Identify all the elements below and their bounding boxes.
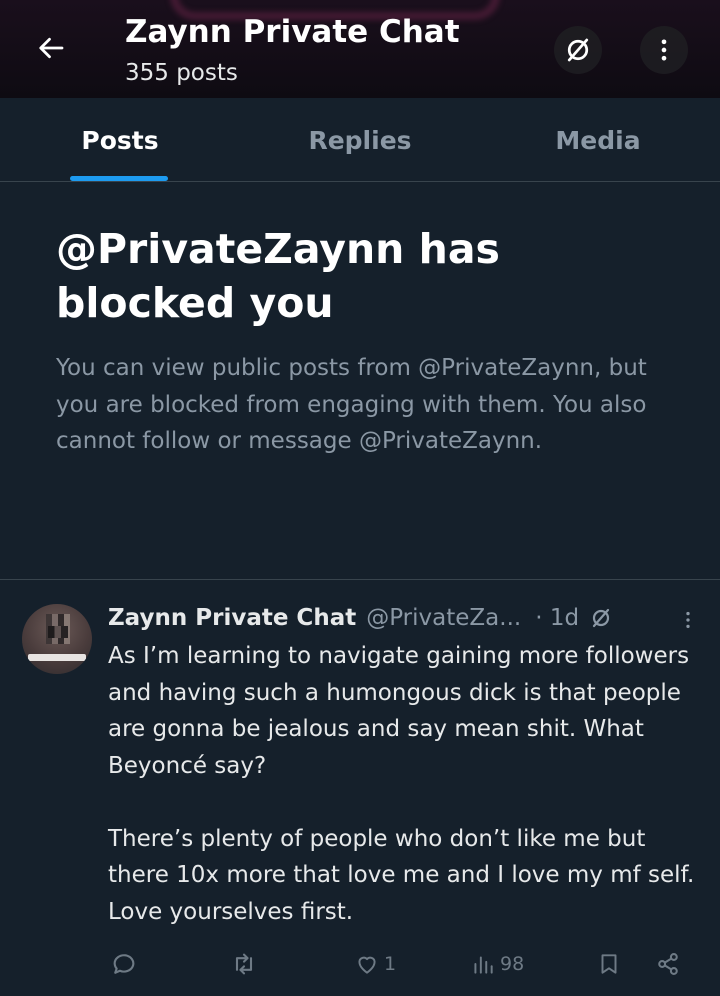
more-vertical-icon [686,611,690,629]
views-button[interactable]: 98 [470,944,524,984]
tab-media[interactable]: Media [518,98,678,182]
mute-button[interactable] [554,26,602,74]
tweet-action-bar: 1 98 [0,944,720,984]
tweet-more-button[interactable] [676,606,700,634]
divider [0,579,720,580]
tweet-paragraph: As I’m learning to navigate gaining more… [108,643,690,779]
tweet-author-handle[interactable]: @PrivateZa... [366,605,521,631]
avatar[interactable] [22,604,92,674]
bookmark-icon [601,954,617,974]
header-title: Zaynn Private Chat [125,14,460,50]
heart-icon [358,956,376,974]
tweet-timestamp[interactable]: · 1d [535,605,579,631]
tweet-author-name[interactable]: Zaynn Private Chat [108,605,356,631]
back-button[interactable] [30,26,74,70]
more-options-button[interactable] [640,26,688,74]
avatar-name-badge [28,654,86,661]
bar-chart-icon [474,956,493,974]
profile-header: Zaynn Private Chat 355 posts [0,0,720,98]
view-count: 98 [500,953,525,975]
reply-button[interactable] [110,944,142,984]
share-icon [658,953,678,975]
pixelated-face-detail [48,626,68,638]
tweet-header: Zaynn Private Chat @PrivateZa... · 1d [108,601,708,635]
slashed-circle-icon [567,38,589,62]
reply-icon [113,954,135,974]
share-button[interactable] [654,944,682,984]
blocked-title: @PrivateZaynn has blocked you [56,225,500,327]
like-button[interactable]: 1 [354,944,396,984]
tab-replies[interactable]: Replies [280,98,440,182]
tweet-text: As I’m learning to navigate gaining more… [108,638,708,930]
tab-posts[interactable]: Posts [40,98,200,182]
profile-tabs: Posts Replies Media [0,98,720,182]
blocked-description: You can view public posts from @PrivateZ… [56,355,647,454]
like-count: 1 [384,953,397,975]
tweet-paragraph: There’s plenty of people who don’t like … [108,825,695,925]
repost-button[interactable] [230,944,262,984]
arrow-left-icon [39,37,64,59]
repost-icon [235,953,253,975]
active-tab-indicator [70,176,168,181]
slashed-circle-icon [589,606,613,630]
bookmark-button[interactable] [596,944,622,984]
more-vertical-icon [661,39,667,61]
header-post-count: 355 posts [125,60,238,86]
